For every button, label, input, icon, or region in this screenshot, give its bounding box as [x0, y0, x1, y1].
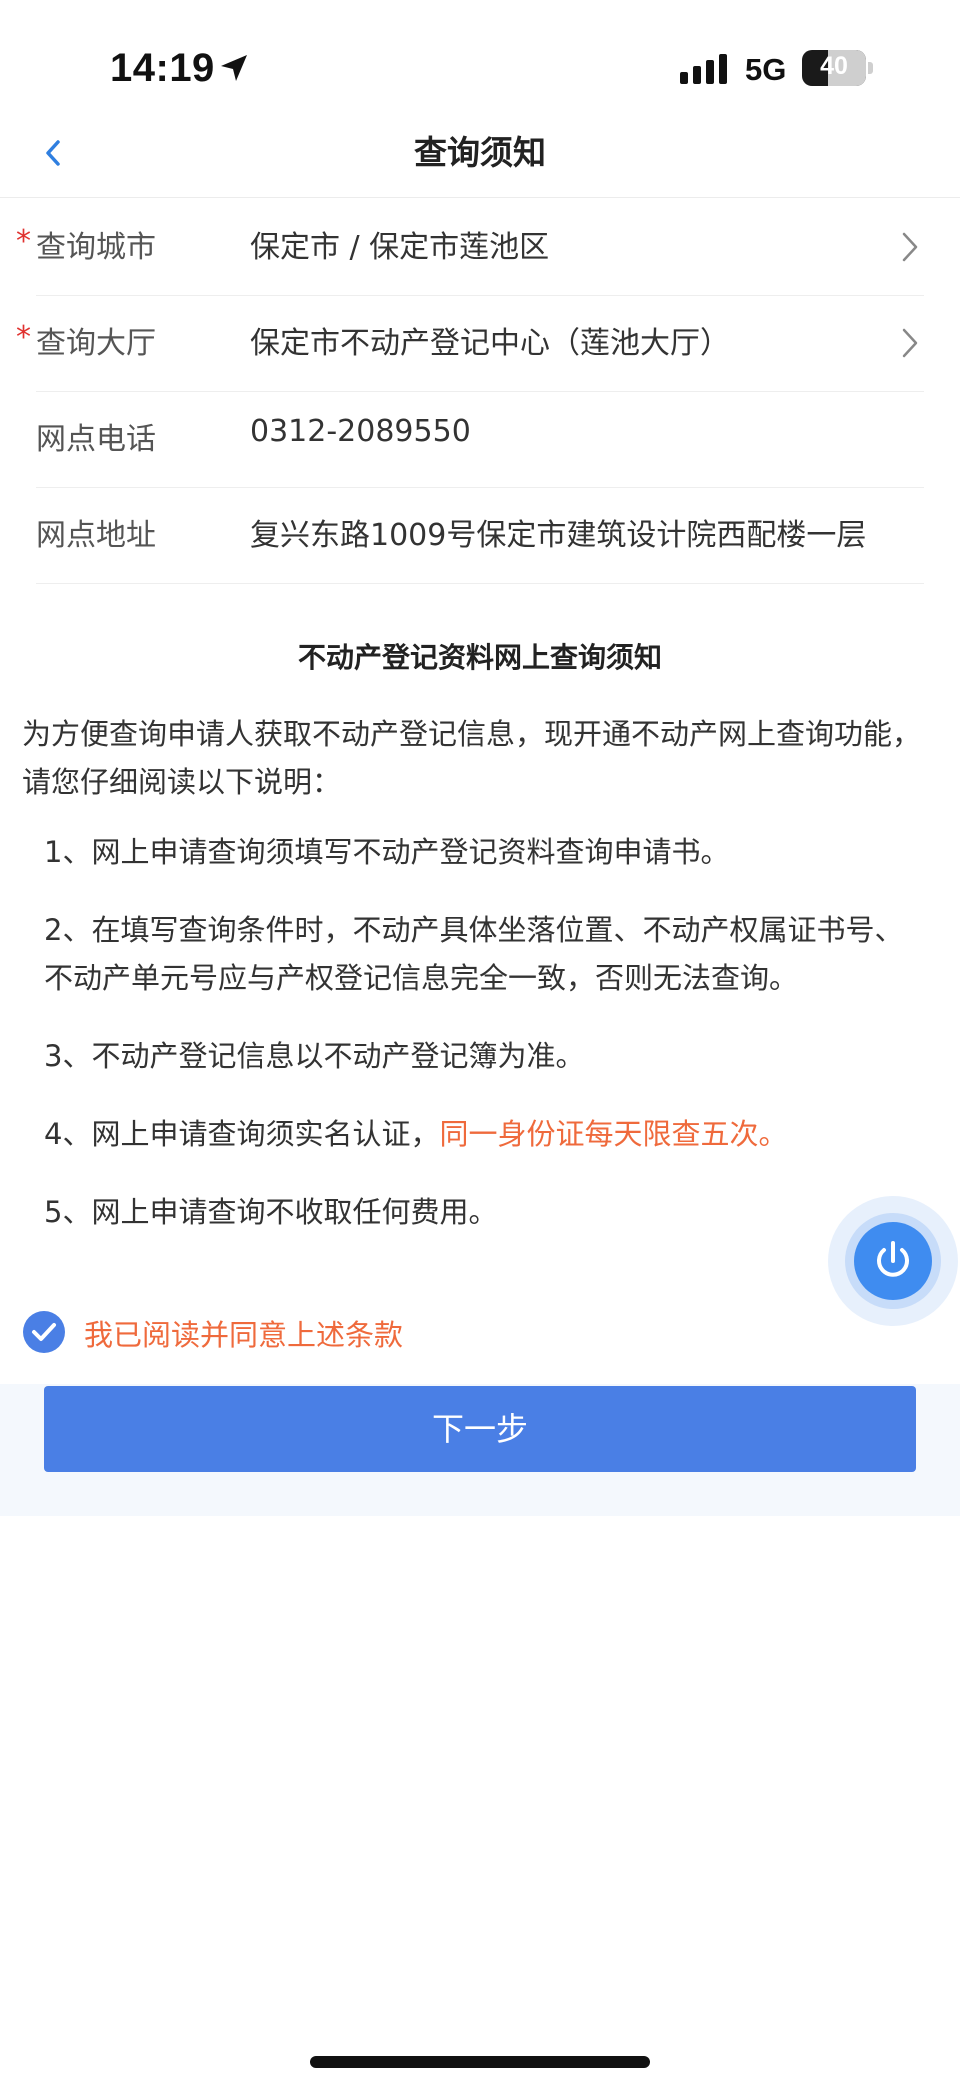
- page: 14:19 5G 40 查询须知 * 查询城市 保定市 / 保定市莲池区 * 查…: [0, 0, 960, 2085]
- floating-power-button[interactable]: [854, 1222, 932, 1300]
- notice-item-text: 5、网上申请查询不收取任何费用。: [44, 1195, 498, 1229]
- address-value: 复兴东路1009号保定市建筑设计院西配楼一层: [250, 518, 867, 553]
- nav-bar: 查询须知: [0, 110, 960, 198]
- notice-item-text: 3、不动产登记信息以不动产登记簿为准。: [44, 1039, 585, 1073]
- notice-item: 3、不动产登记信息以不动产登记簿为准。: [44, 1032, 924, 1080]
- form-row-hall[interactable]: * 查询大厅 保定市不动产登记中心（莲池大厅）: [16, 296, 924, 392]
- home-indicator[interactable]: [310, 2056, 650, 2068]
- query-form: * 查询城市 保定市 / 保定市莲池区 * 查询大厅 保定市不动产登记中心（莲池…: [0, 200, 960, 584]
- notice-item: 5、网上申请查询不收取任何费用。: [44, 1188, 924, 1236]
- city-value[interactable]: 保定市 / 保定市莲池区: [250, 222, 549, 266]
- page-title: 查询须知: [414, 133, 546, 172]
- required-mark: *: [16, 224, 31, 259]
- notice-item-text: 1、网上申请查询须填写不动产登记资料查询申请书。: [44, 835, 730, 869]
- power-icon: [877, 1241, 909, 1277]
- notice-item: 2、在填写查询条件时，不动产具体坐落位置、不动产权属证书号、不动产单元号应与产权…: [44, 906, 924, 1002]
- battery-percent: 40: [820, 52, 848, 80]
- notice-item-highlight: 同一身份证每天限查五次。: [439, 1117, 788, 1151]
- form-row-city[interactable]: * 查询城市 保定市 / 保定市莲池区: [16, 200, 924, 296]
- battery-icon: 40: [802, 50, 873, 86]
- status-bar: 14:19 5G 40: [0, 0, 960, 120]
- address-label: 网点地址: [36, 518, 156, 553]
- form-row-phone: 网点电话 0312-2089550: [36, 392, 924, 488]
- phone-value: 0312-2089550: [250, 414, 471, 449]
- next-step-label: 下一步: [431, 1411, 528, 1447]
- notice-intro: 为方便查询申请人获取不动产登记信息，现开通不动产网上查询功能，请您仔细阅读以下说…: [22, 717, 922, 799]
- next-step-button[interactable]: 下一步: [44, 1386, 916, 1472]
- form-row-address: 网点地址 复兴东路1009号保定市建筑设计院西配楼一层: [36, 488, 924, 584]
- status-time: 14:19: [110, 46, 215, 90]
- phone-label: 网点电话: [36, 422, 156, 457]
- battery-cap: [868, 62, 873, 74]
- city-label: 查询城市: [36, 230, 156, 265]
- notice-item-text: 4、网上申请查询须实名认证，: [44, 1117, 440, 1151]
- hall-value[interactable]: 保定市不动产登记中心（莲池大厅）: [250, 318, 730, 362]
- network-type: 5G: [745, 52, 787, 87]
- location-arrow-icon: [221, 55, 247, 81]
- notice-item-text: 2、在填写查询条件时，不动产具体坐落位置、不动产权属证书号、不动产单元号应与产权…: [44, 913, 904, 995]
- notice-item: 1、网上申请查询须填写不动产登记资料查询申请书。: [44, 828, 924, 876]
- required-mark: *: [16, 320, 31, 355]
- notice-item: 4、网上申请查询须实名认证，同一身份证每天限查五次。: [44, 1110, 924, 1158]
- signal-bars-icon: [680, 54, 727, 84]
- notice-title: 不动产登记资料网上查询须知: [297, 641, 662, 674]
- chevron-right-icon[interactable]: [900, 230, 920, 264]
- hall-label: 查询大厅: [36, 326, 156, 361]
- notice-items: 1、网上申请查询须填写不动产登记资料查询申请书。 2、在填写查询条件时，不动产具…: [44, 828, 924, 1266]
- chevron-right-icon[interactable]: [900, 326, 920, 360]
- checkbox-checked-icon[interactable]: [22, 1310, 66, 1354]
- agreement-label[interactable]: 我已阅读并同意上述条款: [84, 1312, 403, 1354]
